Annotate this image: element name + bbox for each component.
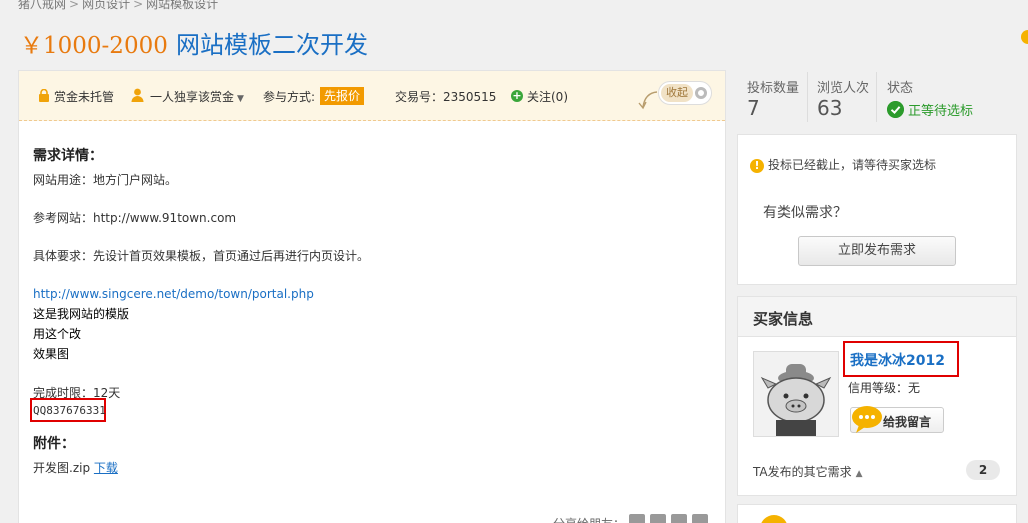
- other-requests-label: TA发布的其它需求: [753, 465, 852, 479]
- task-price: ￥1000-2000: [20, 33, 168, 59]
- follow-link[interactable]: 关注(0): [527, 88, 568, 105]
- participation-label: 参与方式:: [263, 90, 316, 104]
- reward-mode-label: 一人独享该赏金: [150, 90, 235, 104]
- bids-count: 7: [747, 96, 760, 120]
- breadcrumb-separator: >: [133, 0, 144, 11]
- post-request-button[interactable]: 立即发布需求: [798, 236, 956, 266]
- views-label: 浏览人次: [817, 81, 870, 96]
- pig-avatar-icon: [754, 352, 838, 436]
- buyer-info-panel: 买家信息 我是冰冰2012 信用等级：无 给我留言 TA发布的其它需求 ▲ 2: [737, 296, 1017, 496]
- bid-closed-panel: ! 投标已经截止，请等待买家选标 有类似需求？ 立即发布需求: [737, 134, 1017, 285]
- caret-up-icon: ▲: [855, 469, 863, 479]
- attachment-filename: 开发图.zip: [33, 461, 91, 475]
- stat-divider: [876, 72, 877, 122]
- qq-contact: QQ837676331: [33, 404, 106, 417]
- breadcrumb-item-home[interactable]: 猪八戒网: [18, 0, 66, 11]
- breadcrumb-item-template-design[interactable]: 网站模板设计: [146, 0, 218, 11]
- share-dot-icon[interactable]: [1021, 30, 1028, 44]
- toggle-knob: [695, 87, 707, 99]
- note-line-2: 用这个改: [33, 327, 82, 341]
- attachments-heading: 附件：: [33, 436, 75, 452]
- plus-icon[interactable]: +: [511, 90, 523, 102]
- badge-icon: [760, 515, 788, 523]
- breadcrumb-item-web-design[interactable]: 网页设计: [82, 0, 130, 11]
- user-icon: [131, 88, 144, 102]
- bids-label: 投标数量: [747, 81, 800, 96]
- speech-bubble-icon: [852, 406, 882, 433]
- breadcrumb-separator: >: [69, 0, 80, 11]
- reward-mode-dropdown[interactable]: 一人独享该赏金 ▼: [150, 88, 244, 105]
- buyer-name-link[interactable]: 我是冰冰2012: [850, 350, 945, 370]
- demo-link[interactable]: http://www.singcere.net/demo/town/portal…: [33, 287, 314, 301]
- specific-requirements: 具体要求：先设计首页效果模板，首页通过后再进行内页设计。: [33, 249, 370, 263]
- share-icons: [629, 514, 713, 523]
- similar-need-prompt: 有类似需求？: [763, 205, 847, 221]
- download-link[interactable]: 下载: [94, 461, 118, 475]
- participation-badge: 先报价: [320, 87, 365, 105]
- other-requests-toggle[interactable]: TA发布的其它需求 ▲: [753, 463, 863, 480]
- collapse-label: 收起: [661, 84, 693, 102]
- lock-icon: [39, 89, 49, 102]
- buyer-info-header: 买家信息: [738, 297, 1016, 337]
- attachment-item: 开发图.zip 下载: [33, 459, 118, 476]
- note-line-1: 这是我网站的模版: [33, 307, 130, 321]
- buyer-info-heading: 买家信息: [753, 310, 814, 328]
- collapse-toggle[interactable]: 收起: [658, 81, 712, 105]
- buyer-name-highlight-box: 我是冰冰2012: [843, 341, 959, 377]
- stat-divider: [807, 72, 808, 122]
- views-count: 63: [817, 96, 843, 120]
- leave-message-button[interactable]: 给我留言: [850, 406, 944, 433]
- check-icon: [887, 101, 904, 118]
- bottom-panel: [737, 504, 1017, 523]
- other-requests-count: 2: [966, 460, 1000, 480]
- task-info-bar: 赏金未托管 一人独享该赏金 ▼ 参与方式: 先报价 交易号：2350515 + 关…: [19, 71, 725, 121]
- warning-icon: !: [750, 159, 764, 173]
- share-icon-4[interactable]: [692, 514, 708, 523]
- breadcrumb: 猪八戒网 > 网页设计 > 网站模板设计: [18, 0, 218, 11]
- credit-level: 信用等级：无: [848, 381, 921, 395]
- trade-number: 交易号：2350515: [395, 90, 497, 104]
- task-detail-panel: 赏金未托管 一人独享该赏金 ▼ 参与方式: 先报价 交易号：2350515 + 关…: [18, 70, 726, 523]
- task-status: 正等待选标: [908, 104, 974, 119]
- page-title: 网站模板二次开发: [176, 31, 368, 59]
- note-line-3: 效果图: [33, 347, 70, 361]
- requirements-heading: 需求详情：: [33, 148, 103, 164]
- share-icon-3[interactable]: [671, 514, 687, 523]
- avatar[interactable]: [753, 351, 839, 437]
- site-purpose: 网站用途：地方门户网站。: [33, 173, 178, 187]
- share-label: 分享给朋友：: [553, 515, 625, 523]
- caret-down-icon: ▼: [237, 94, 244, 104]
- escrow-status: 赏金未托管: [54, 90, 115, 104]
- share-icon-2[interactable]: [650, 514, 666, 523]
- status-label: 状态: [887, 81, 914, 96]
- reference-site: 参考网站：http://www.91town.com: [33, 211, 237, 225]
- leave-message-label: 给我留言: [883, 415, 932, 429]
- share-icon-1[interactable]: [629, 514, 645, 523]
- bid-closed-notice: 投标已经截止，请等待买家选标: [768, 158, 937, 172]
